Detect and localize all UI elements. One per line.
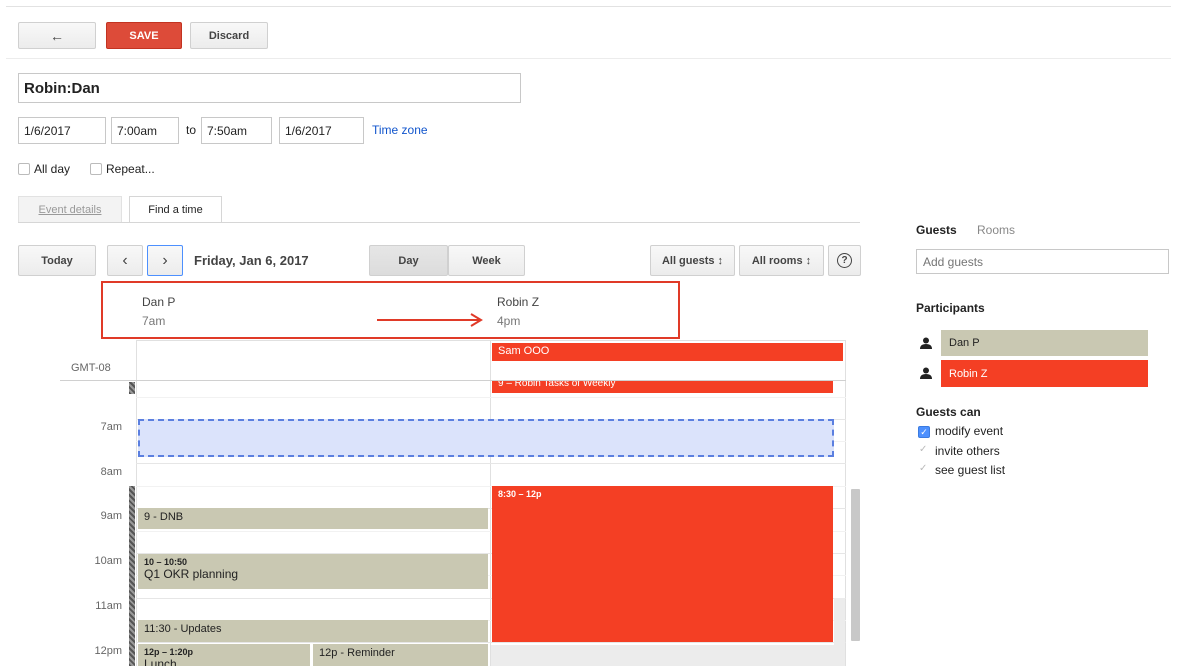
event-updates[interactable]: 11:30 - Updates: [138, 620, 488, 642]
see-guest-list-label: see guest list: [935, 463, 1006, 477]
discard-button[interactable]: Discard: [190, 22, 268, 49]
timezone-highlight-box: [101, 281, 680, 339]
next-button[interactable]: ›: [147, 245, 183, 276]
grid-line: [136, 642, 846, 643]
hour-label: 7am: [100, 421, 122, 433]
hour-label: 9am: [100, 510, 122, 522]
tab-underline: [18, 222, 860, 223]
event-robin-weekly[interactable]: 9 – Robin Tasks of Weekly: [492, 381, 833, 393]
time-zone-link[interactable]: Time zone: [372, 123, 428, 137]
proposed-event-slot[interactable]: [138, 419, 834, 457]
col-divider-middle: [490, 340, 491, 666]
timezone-label: GMT-08: [71, 362, 111, 374]
chevron-right-icon: ›: [162, 251, 168, 269]
end-time-input[interactable]: 7:50am: [201, 117, 272, 144]
hour-label: 12pm: [94, 645, 122, 657]
week-view-button[interactable]: Week: [448, 245, 525, 276]
save-button[interactable]: SAVE: [106, 22, 182, 49]
event-q1-okr-planning[interactable]: 10 – 10:50 Q1 OKR planning: [138, 554, 488, 589]
calendar-scrollbar[interactable]: [851, 489, 860, 641]
repeat-checkbox[interactable]: [90, 163, 102, 175]
tab-event-details[interactable]: Event details: [18, 196, 122, 222]
allday-event-sam-ooo[interactable]: Sam OOO: [492, 343, 843, 361]
allday-top-line: [136, 340, 846, 341]
repeat-label: Repeat...: [106, 162, 155, 176]
hour-label: 10am: [94, 555, 122, 567]
grid-line: [136, 463, 846, 464]
participants-heading: Participants: [916, 301, 985, 315]
see-guest-list-checkbox[interactable]: ✓: [919, 463, 927, 474]
attendee-localtime-dan: 7am: [142, 314, 166, 328]
event-title: Q1 OKR planning: [144, 567, 239, 581]
attendee-name-robin: Robin Z: [497, 295, 540, 309]
robin-offhours-shade: [491, 645, 845, 666]
person-icon: [920, 337, 932, 349]
event-time: 10 – 10:50: [144, 557, 188, 567]
arrow-right-icon: [377, 313, 483, 327]
back-arrow-icon: ←: [50, 27, 64, 44]
offhours-shade: [834, 598, 845, 666]
end-date-input[interactable]: 1/6/2017: [279, 117, 364, 144]
previous-button[interactable]: ‹: [107, 245, 143, 276]
current-date-label: Friday, Jan 6, 2017: [194, 253, 309, 268]
sidebar-tab-guests[interactable]: Guests: [916, 223, 957, 237]
modify-event-label: modify event: [935, 424, 1004, 438]
chevron-left-icon: ‹: [122, 251, 128, 269]
day-view-button[interactable]: Day: [369, 245, 448, 276]
all-guests-dropdown[interactable]: All guests ↕: [650, 245, 735, 276]
hour-label: 8am: [100, 466, 122, 478]
participant-dan[interactable]: Dan P: [941, 330, 1148, 356]
start-date-input[interactable]: 1/6/2017: [18, 117, 106, 144]
help-icon: ?: [837, 253, 852, 268]
grid-line: [136, 397, 846, 398]
top-border: [6, 6, 1171, 7]
off-hours-indicator: [129, 382, 135, 394]
event-title: 12p - Reminder: [319, 647, 395, 659]
event-time: 12p – 1:20p: [144, 647, 194, 657]
event-title-input[interactable]: Robin:Dan: [18, 73, 521, 103]
event-title: 11:30 - Updates: [144, 623, 222, 635]
help-button[interactable]: ?: [828, 245, 861, 276]
back-button[interactable]: ←: [18, 22, 96, 49]
invite-others-label: invite others: [935, 444, 1000, 458]
toolbar-divider: [6, 58, 1171, 59]
attendee-localtime-robin: 4pm: [497, 314, 521, 328]
event-dnb[interactable]: 9 - DNB: [138, 508, 488, 529]
today-button[interactable]: Today: [18, 245, 96, 276]
attendee-name-dan: Dan P: [142, 295, 176, 309]
hour-label: 11am: [95, 600, 122, 612]
modify-event-checkbox[interactable]: ✓: [918, 426, 930, 438]
col-divider-right: [845, 340, 846, 666]
event-time: 8:30 – 12p: [498, 489, 542, 499]
guests-can-heading: Guests can: [916, 405, 981, 419]
event-lunch[interactable]: 12p – 1:20p Lunch: [138, 644, 310, 666]
event-reminder[interactable]: 12p - Reminder: [313, 644, 488, 666]
event-robin-busy[interactable]: 8:30 – 12p: [492, 486, 833, 642]
sidebar-tab-rooms[interactable]: Rooms: [977, 223, 1015, 237]
event-title: Lunch: [144, 657, 177, 666]
start-time-input[interactable]: 7:00am: [111, 117, 179, 144]
event-title: 9 - DNB: [144, 511, 184, 523]
working-hours-indicator: [129, 486, 135, 666]
all-day-label: All day: [34, 162, 71, 176]
participant-robin[interactable]: Robin Z: [941, 360, 1148, 387]
all-rooms-dropdown[interactable]: All rooms ↕: [739, 245, 824, 276]
all-day-checkbox[interactable]: [18, 163, 30, 175]
to-label: to: [186, 123, 197, 137]
invite-others-checkbox[interactable]: ✓: [919, 444, 927, 455]
add-guests-input[interactable]: [916, 249, 1169, 274]
person-icon: [920, 367, 932, 379]
tab-find-a-time[interactable]: Find a time: [129, 196, 222, 223]
col-divider-left: [136, 340, 137, 666]
